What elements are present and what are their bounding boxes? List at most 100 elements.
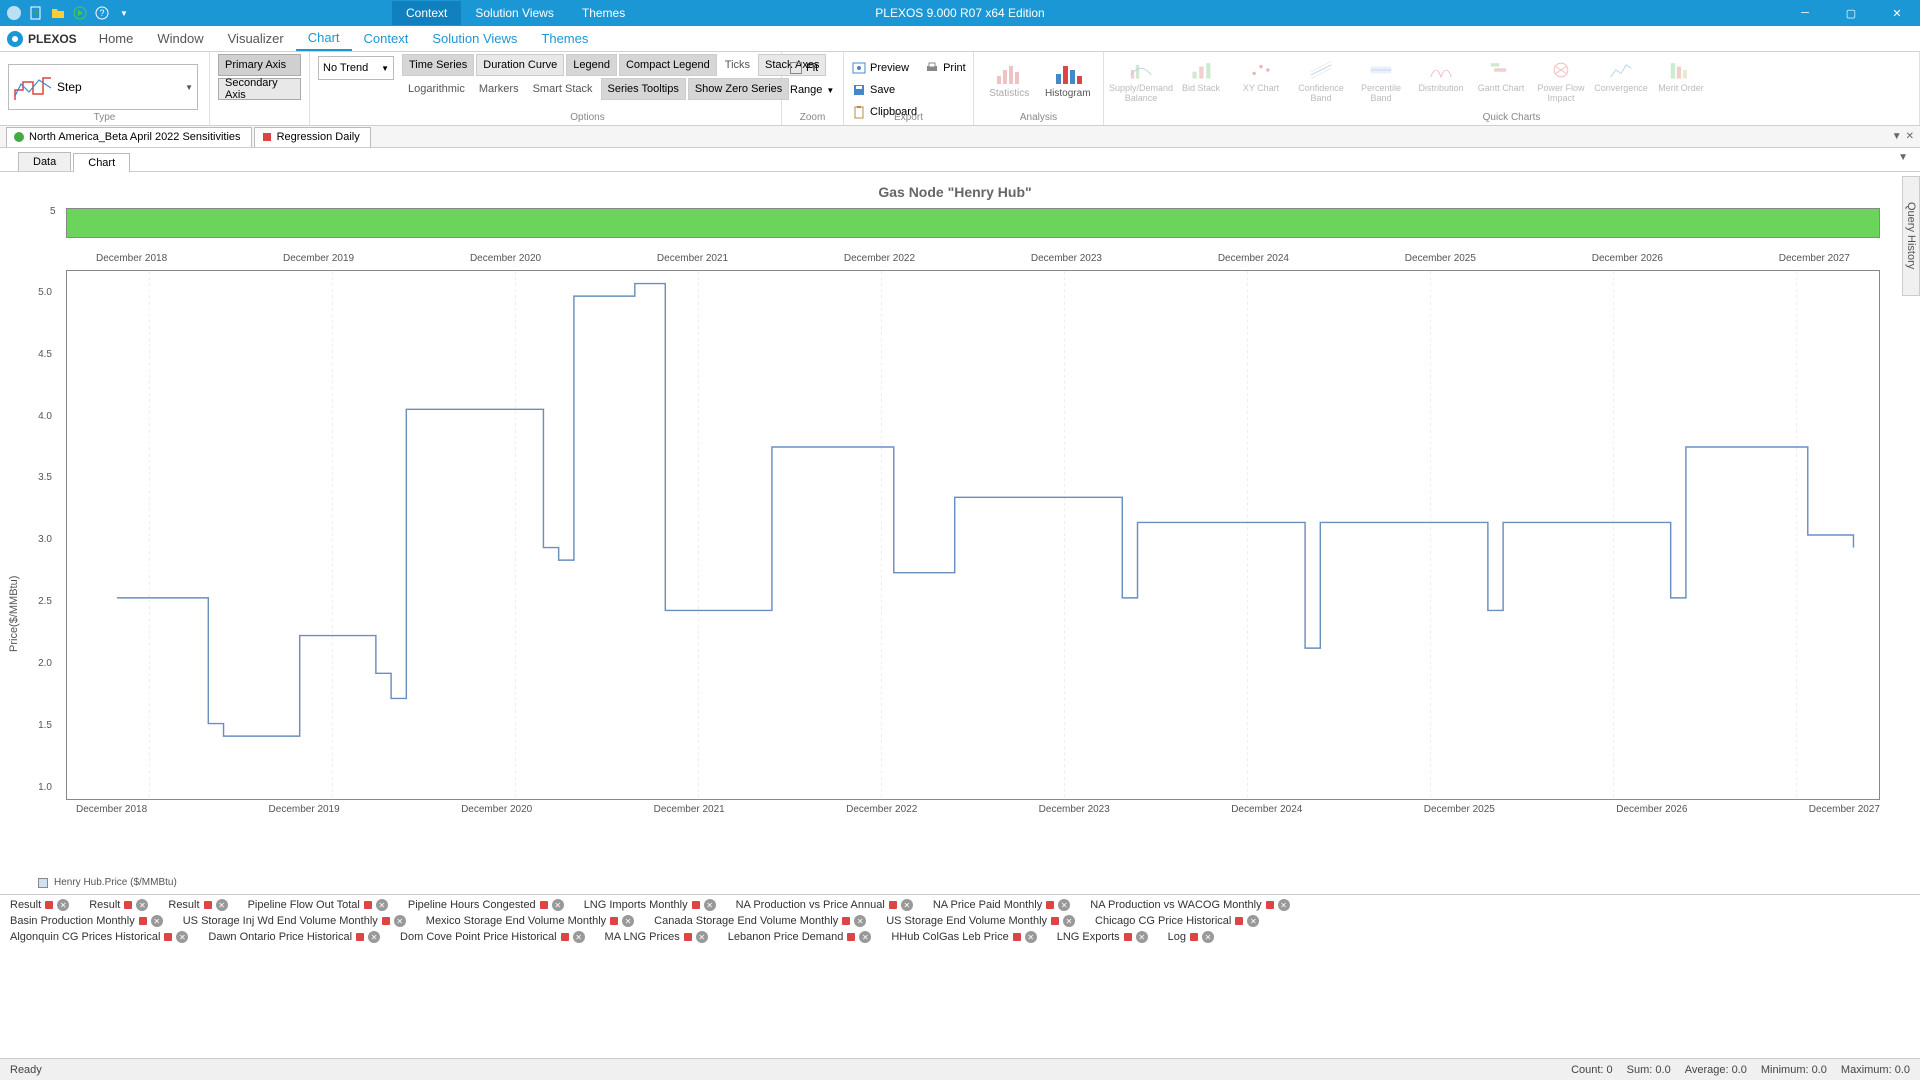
close-icon[interactable]: ✕ bbox=[151, 915, 163, 927]
quickchart-power-flow-impact[interactable]: Power Flow Impact bbox=[1532, 58, 1590, 104]
quickchart-bid-stack[interactable]: Bid Stack bbox=[1172, 58, 1230, 104]
close-icon[interactable]: ✕ bbox=[552, 899, 564, 911]
quickchart-merit-order[interactable]: Merit Order bbox=[1652, 58, 1710, 104]
titlebar-tab-solution-views[interactable]: Solution Views bbox=[461, 1, 568, 25]
option-duration-curve[interactable]: Duration Curve bbox=[476, 54, 564, 76]
bottom-tab-na-production-vs-wacog-monthly[interactable]: NA Production vs WACOG Monthly✕ bbox=[1090, 899, 1289, 911]
close-panel-icon[interactable]: ✕ bbox=[1906, 131, 1914, 142]
option-series-tooltips[interactable]: Series Tooltips bbox=[601, 78, 686, 100]
option-smart-stack[interactable]: Smart Stack bbox=[527, 78, 599, 100]
subtab-chart[interactable]: Chart bbox=[73, 153, 130, 172]
maximize-button[interactable]: ▢ bbox=[1828, 0, 1874, 26]
analysis-statistics[interactable]: Statistics bbox=[982, 58, 1037, 99]
new-icon[interactable]: + bbox=[28, 5, 44, 21]
menu-context[interactable]: Context bbox=[352, 27, 421, 50]
bottom-tab-basin-production-monthly[interactable]: Basin Production Monthly✕ bbox=[10, 915, 163, 927]
autohide-icon[interactable]: ▼ bbox=[1892, 131, 1902, 142]
export-preview[interactable]: Preview bbox=[852, 58, 917, 78]
quickchart-percentile-band[interactable]: Percentile Band bbox=[1352, 58, 1410, 104]
option-compact-legend[interactable]: Compact Legend bbox=[619, 54, 717, 76]
titlebar-tab-context[interactable]: Context bbox=[392, 1, 461, 25]
overview-range-bar[interactable] bbox=[66, 208, 1880, 238]
export-save[interactable]: Save bbox=[852, 80, 917, 100]
chart-legend[interactable]: Henry Hub.Price ($/MMBtu) bbox=[38, 877, 177, 888]
close-icon[interactable]: ✕ bbox=[1063, 915, 1075, 927]
bottom-tab-algonquin-cg-prices-historical[interactable]: Algonquin CG Prices Historical✕ bbox=[10, 931, 188, 943]
zoom-fit[interactable]: Fit bbox=[790, 58, 835, 78]
option-logarithmic[interactable]: Logarithmic bbox=[402, 78, 471, 100]
menu-home[interactable]: Home bbox=[87, 27, 146, 50]
run-icon[interactable] bbox=[72, 5, 88, 21]
doctab-north-america[interactable]: North America_Beta April 2022 Sensitivit… bbox=[6, 127, 252, 147]
close-icon[interactable]: ✕ bbox=[859, 931, 871, 943]
close-icon[interactable]: ✕ bbox=[368, 931, 380, 943]
close-icon[interactable]: ✕ bbox=[216, 899, 228, 911]
close-icon[interactable]: ✕ bbox=[1278, 899, 1290, 911]
main-chart[interactable] bbox=[66, 270, 1880, 800]
bottom-tab-ma-lng-prices[interactable]: MA LNG Prices✕ bbox=[605, 931, 708, 943]
bottom-tab-result[interactable]: Result✕ bbox=[10, 899, 69, 911]
close-icon[interactable]: ✕ bbox=[854, 915, 866, 927]
minimize-button[interactable]: ─ bbox=[1782, 0, 1828, 26]
close-icon[interactable]: ✕ bbox=[901, 899, 913, 911]
chart-type-selector[interactable]: Step ▼ bbox=[8, 64, 198, 110]
logo[interactable]: PLEXOS bbox=[6, 30, 77, 48]
bottom-tab-canada-storage-end-volume-monthly[interactable]: Canada Storage End Volume Monthly✕ bbox=[654, 915, 866, 927]
zoom-range[interactable]: Range▼ bbox=[790, 80, 835, 100]
menu-solution-views[interactable]: Solution Views bbox=[420, 27, 529, 50]
app-icon[interactable] bbox=[6, 5, 22, 21]
overview-chart[interactable]: 5 December 2018December 2019December 202… bbox=[66, 204, 1880, 264]
menu-visualizer[interactable]: Visualizer bbox=[216, 27, 296, 50]
doctab-regression-daily[interactable]: Regression Daily bbox=[254, 127, 371, 147]
query-history-panel[interactable]: Query History bbox=[1902, 176, 1920, 296]
bottom-tab-chicago-cg-price-historical[interactable]: Chicago CG Price Historical✕ bbox=[1095, 915, 1259, 927]
quickchart-supply-demand-balance[interactable]: Supply/Demand Balance bbox=[1112, 58, 1170, 104]
primary-axis-button[interactable]: Primary Axis bbox=[218, 54, 301, 76]
close-icon[interactable]: ✕ bbox=[1202, 931, 1214, 943]
option-markers[interactable]: Markers bbox=[473, 78, 525, 100]
close-icon[interactable]: ✕ bbox=[136, 899, 148, 911]
titlebar-tab-themes[interactable]: Themes bbox=[568, 1, 639, 25]
bottom-tab-na-production-vs-price-annual[interactable]: NA Production vs Price Annual✕ bbox=[736, 899, 913, 911]
bottom-tab-us-storage-end-volume-monthly[interactable]: US Storage End Volume Monthly✕ bbox=[886, 915, 1075, 927]
open-icon[interactable] bbox=[50, 5, 66, 21]
bottom-tab-lebanon-price-demand[interactable]: Lebanon Price Demand✕ bbox=[728, 931, 872, 943]
option-time-series[interactable]: Time Series bbox=[402, 54, 474, 76]
close-icon[interactable]: ✕ bbox=[394, 915, 406, 927]
close-icon[interactable]: ✕ bbox=[696, 931, 708, 943]
option-legend[interactable]: Legend bbox=[566, 54, 617, 76]
close-icon[interactable]: ✕ bbox=[1058, 899, 1070, 911]
menu-chart[interactable]: Chart bbox=[296, 26, 352, 51]
bottom-tab-result[interactable]: Result✕ bbox=[89, 899, 148, 911]
close-icon[interactable]: ✕ bbox=[1025, 931, 1037, 943]
bottom-tab-pipeline-flow-out-total[interactable]: Pipeline Flow Out Total✕ bbox=[248, 899, 388, 911]
bottom-tab-lng-exports[interactable]: LNG Exports✕ bbox=[1057, 931, 1148, 943]
bottom-tab-na-price-paid-monthly[interactable]: NA Price Paid Monthly✕ bbox=[933, 899, 1070, 911]
close-icon[interactable]: ✕ bbox=[704, 899, 716, 911]
analysis-histogram[interactable]: Histogram bbox=[1041, 58, 1096, 99]
close-icon[interactable]: ✕ bbox=[1136, 931, 1148, 943]
quickchart-distribution[interactable]: Distribution bbox=[1412, 58, 1470, 104]
bottom-tab-dom-cove-point-price-historical[interactable]: Dom Cove Point Price Historical✕ bbox=[400, 931, 585, 943]
close-button[interactable]: ✕ bbox=[1874, 0, 1920, 26]
bottom-tab-dawn-ontario-price-historical[interactable]: Dawn Ontario Price Historical✕ bbox=[208, 931, 380, 943]
bottom-tab-log[interactable]: Log✕ bbox=[1168, 931, 1214, 943]
close-icon[interactable]: ✕ bbox=[376, 899, 388, 911]
export-print[interactable]: Print bbox=[925, 58, 966, 78]
bottom-tab-hhub-colgas-leb-price[interactable]: HHub ColGas Leb Price✕ bbox=[891, 931, 1036, 943]
close-icon[interactable]: ✕ bbox=[1247, 915, 1259, 927]
bottom-tab-result[interactable]: Result✕ bbox=[168, 899, 227, 911]
quickchart-confidence-band[interactable]: Confidence Band bbox=[1292, 58, 1350, 104]
dropdown-icon[interactable]: ▼ bbox=[116, 5, 132, 21]
quickchart-gantt-chart[interactable]: Gantt Chart bbox=[1472, 58, 1530, 104]
trend-selector[interactable]: No Trend ▼ bbox=[318, 56, 394, 80]
bottom-tab-mexico-storage-end-volume-monthly[interactable]: Mexico Storage End Volume Monthly✕ bbox=[426, 915, 634, 927]
bottom-tab-pipeline-hours-congested[interactable]: Pipeline Hours Congested✕ bbox=[408, 899, 564, 911]
close-icon[interactable]: ✕ bbox=[57, 899, 69, 911]
bottom-tab-us-storage-inj-wd-end-volume-monthly[interactable]: US Storage Inj Wd End Volume Monthly✕ bbox=[183, 915, 406, 927]
option-show-zero-series[interactable]: Show Zero Series bbox=[688, 78, 789, 100]
menu-themes[interactable]: Themes bbox=[529, 27, 600, 50]
option-ticks[interactable]: Ticks bbox=[719, 54, 756, 76]
close-icon[interactable]: ✕ bbox=[176, 931, 188, 943]
secondary-axis-button[interactable]: Secondary Axis bbox=[218, 78, 301, 100]
